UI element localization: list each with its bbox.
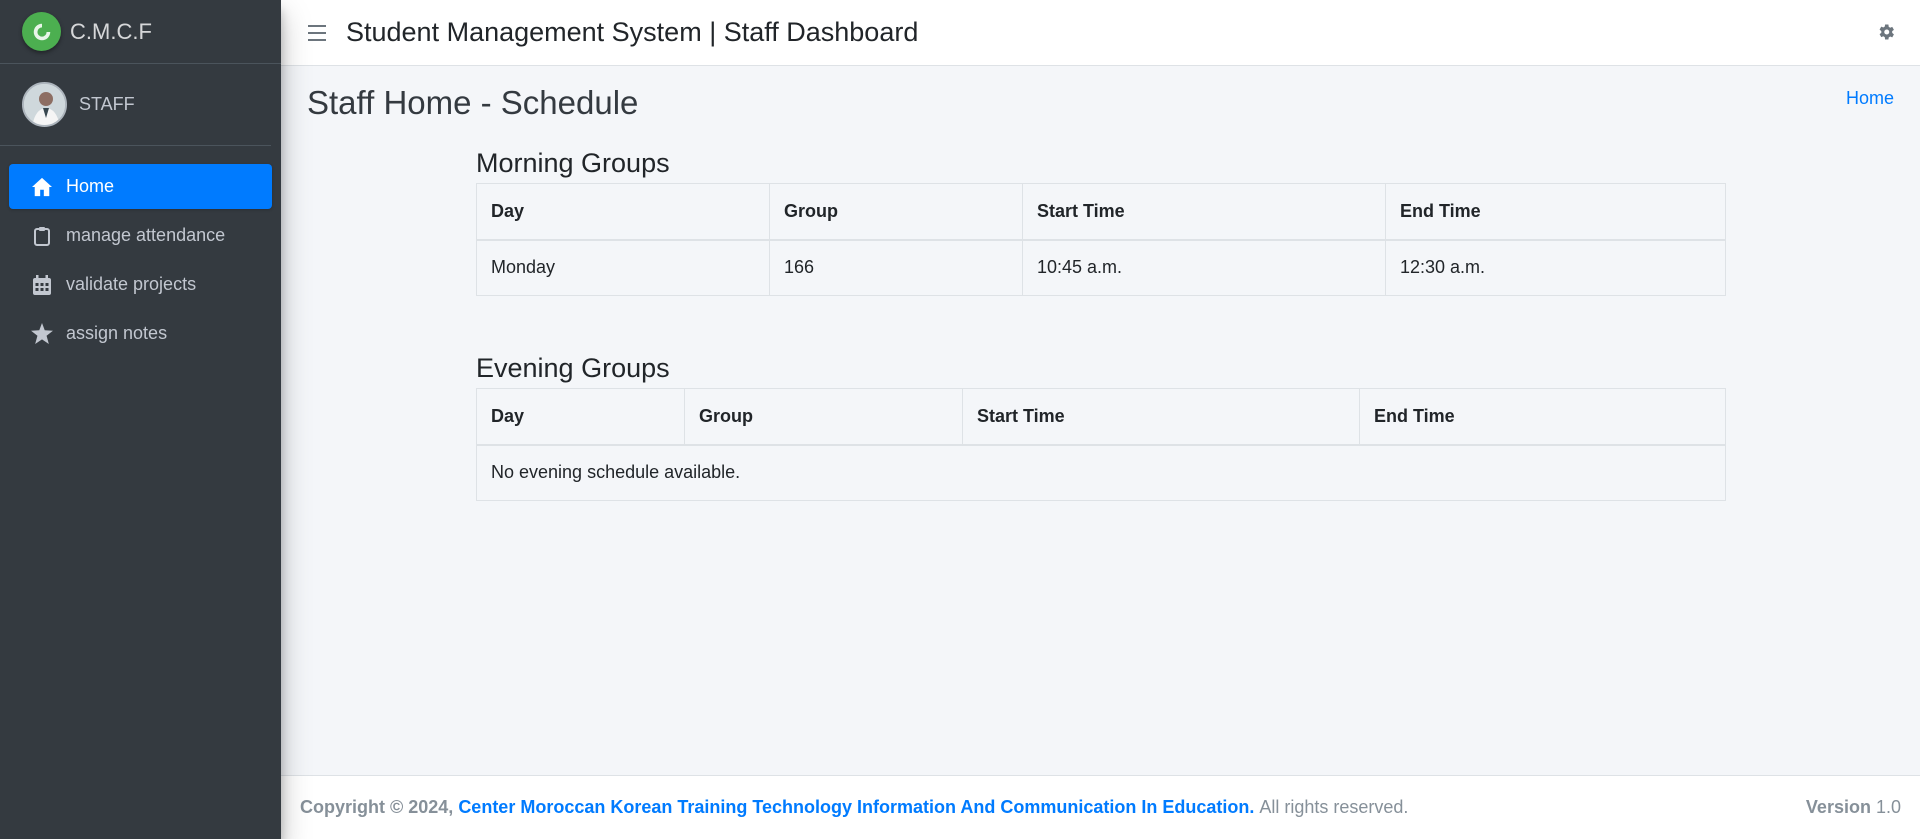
morning-groups-heading: Morning Groups (476, 148, 670, 178)
column-header-day: Day (476, 183, 770, 241)
user-panel[interactable]: STAFF (0, 64, 271, 146)
morning-groups-section: Morning Groups Day Group Start Time End … (476, 148, 1726, 296)
empty-schedule-message: No evening schedule available. (476, 444, 1726, 501)
sidebar-item-home[interactable]: Home (9, 164, 272, 209)
cell-group: 166 (769, 239, 1023, 296)
breadcrumb-home-link[interactable]: Home (1846, 88, 1894, 109)
avatar (22, 82, 67, 127)
evening-groups-heading: Evening Groups (476, 353, 670, 383)
sidebar-item-label: Home (66, 176, 115, 196)
footer-copyright: Copyright © 2024, (300, 797, 454, 817)
footer-rights: All rights reserved. (1259, 797, 1409, 817)
calendar-icon (31, 274, 53, 296)
cell-start-time: 10:45 a.m. (1022, 239, 1386, 296)
sidebar-item-label: validate projects (66, 274, 197, 294)
column-header-group: Group (684, 388, 963, 446)
gear-icon[interactable] (1876, 22, 1896, 42)
table-header-row: Day Group Start Time End Time (476, 388, 1726, 446)
footer-version: Version 1.0 (1806, 797, 1901, 818)
star-icon (31, 323, 53, 345)
home-icon (31, 176, 53, 198)
page-title: Staff Home - Schedule (307, 84, 639, 121)
sidebar: C.M.C.F STAFF Home manage attendance val… (0, 0, 281, 839)
column-header-end-time: End Time (1359, 388, 1726, 446)
evening-groups-section: Evening Groups Day Group Start Time End … (476, 353, 1726, 501)
sidebar-item-manage-attendance[interactable]: manage attendance (9, 213, 272, 258)
column-header-group: Group (769, 183, 1023, 241)
morning-groups-table: Day Group Start Time End Time Monday 166… (476, 183, 1726, 296)
sidebar-item-label: assign notes (66, 323, 168, 343)
clipboard-icon (31, 225, 53, 247)
brand-name: C.M.C.F (70, 18, 152, 44)
table-row: Monday 166 10:45 a.m. 12:30 a.m. (476, 239, 1726, 296)
brand-link[interactable]: C.M.C.F (0, 0, 281, 64)
sidebar-item-validate-projects[interactable]: validate projects (9, 262, 272, 307)
footer: Copyright © 2024, Center Moroccan Korean… (281, 775, 1920, 839)
brand-logo-icon (22, 12, 61, 51)
menu-toggle-icon[interactable] (308, 24, 326, 41)
main-content: Staff Home - Schedule Home Morning Group… (281, 66, 1920, 775)
column-header-start-time: Start Time (1022, 183, 1386, 241)
cell-day: Monday (476, 239, 770, 296)
evening-groups-table: Day Group Start Time End Time No evening… (476, 388, 1726, 501)
topbar: Student Management System | Staff Dashbo… (281, 0, 1920, 66)
user-name: STAFF (79, 94, 135, 114)
sidebar-item-assign-notes[interactable]: assign notes (9, 311, 272, 356)
footer-version-value: 1.0 (1875, 797, 1901, 817)
table-row: No evening schedule available. (476, 444, 1726, 501)
column-header-end-time: End Time (1385, 183, 1726, 241)
cell-end-time: 12:30 a.m. (1385, 239, 1726, 296)
column-header-start-time: Start Time (962, 388, 1360, 446)
table-header-row: Day Group Start Time End Time (476, 183, 1726, 241)
sidebar-nav: Home manage attendance validate projects (0, 146, 281, 356)
footer-org-link[interactable]: Center Moroccan Korean Training Technolo… (458, 797, 1254, 818)
sidebar-item-label: manage attendance (66, 225, 226, 245)
footer-version-label: Version (1805, 797, 1871, 817)
app-title: Student Management System | Staff Dashbo… (346, 17, 919, 47)
column-header-day: Day (476, 388, 685, 446)
